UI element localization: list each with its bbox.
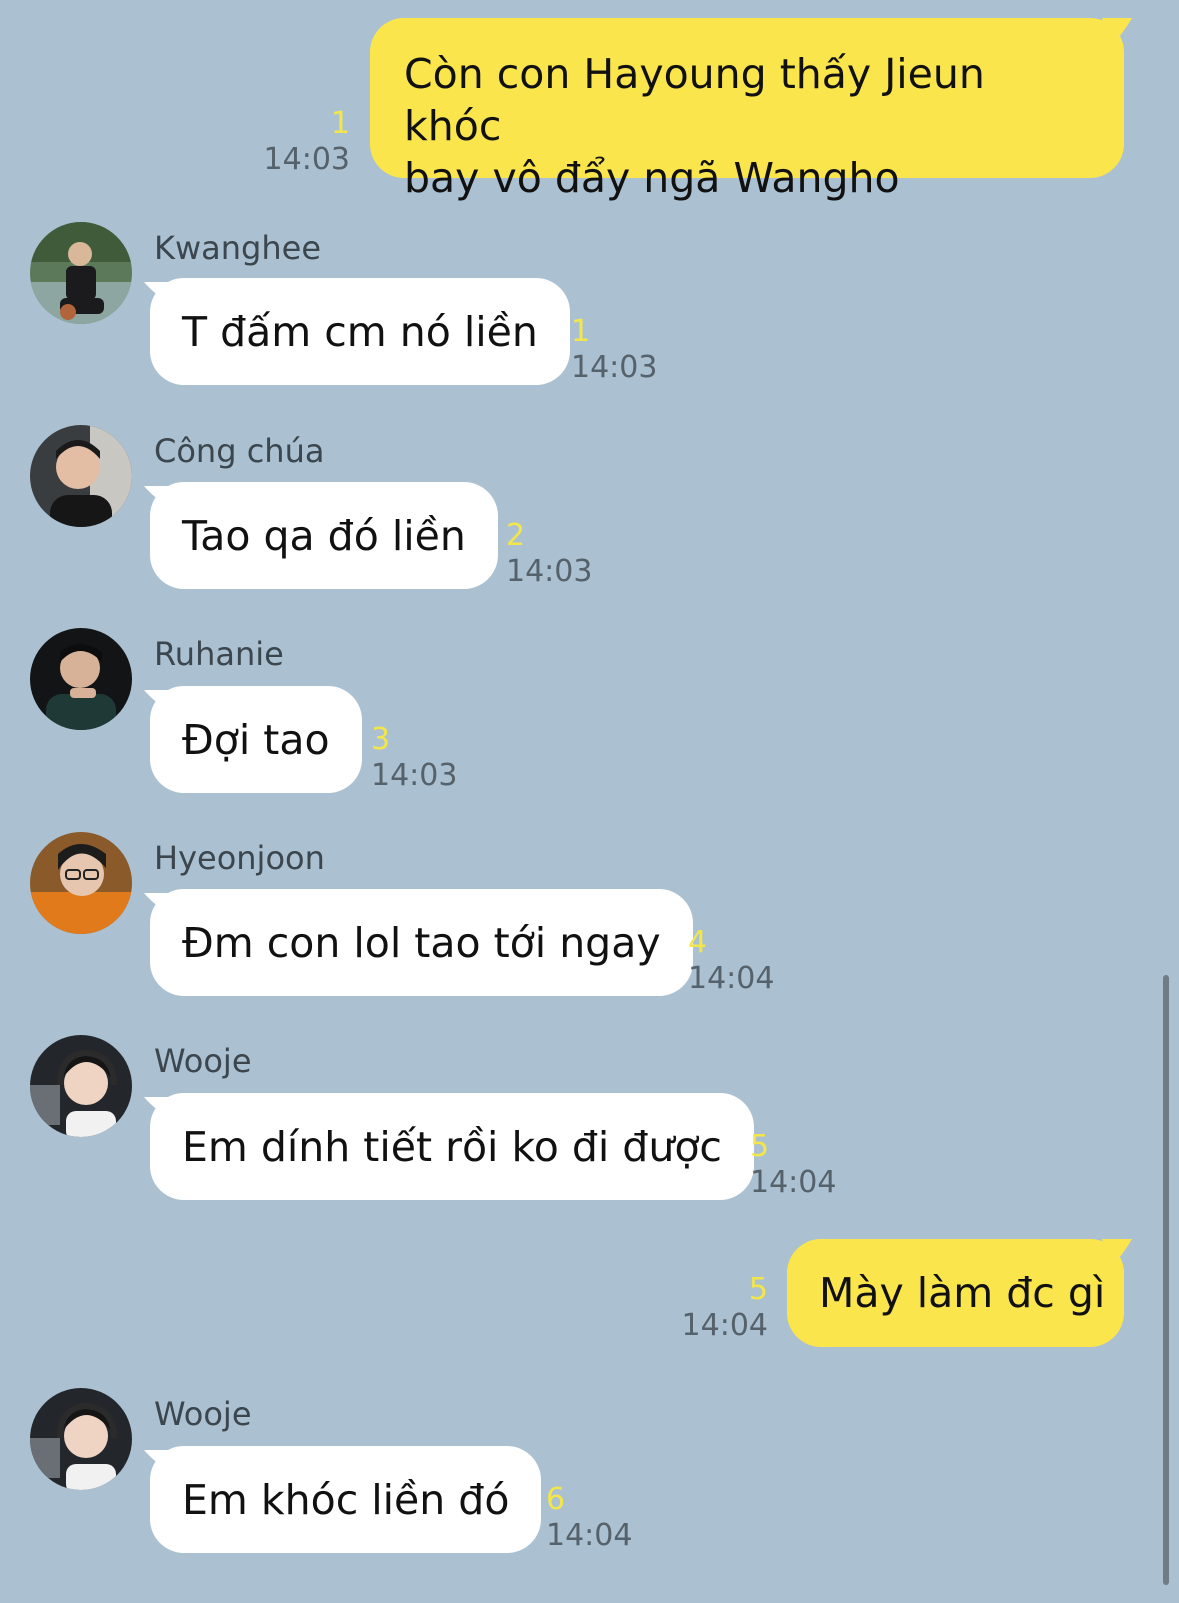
sender-name: Wooje: [154, 1395, 252, 1433]
message-meta: 6 14:04: [546, 1482, 632, 1554]
avatar[interactable]: [30, 425, 132, 527]
avatar[interactable]: [30, 222, 132, 324]
bubble-tail-icon: [1102, 1239, 1132, 1269]
bubble-tail-icon: [1102, 18, 1132, 48]
message-meta: 1 14:03: [571, 314, 657, 386]
incoming-message-bubble[interactable]: T đấm cm nó liền: [150, 278, 570, 385]
profile-photo-icon: [30, 425, 132, 527]
avatar[interactable]: [30, 628, 132, 730]
unread-count: 2: [506, 518, 526, 553]
unread-count: 5: [750, 1129, 770, 1164]
unread-count: 6: [546, 1482, 566, 1517]
avatar[interactable]: [30, 1388, 132, 1490]
unread-count: 1: [330, 106, 350, 141]
message-meta: 5 14:04: [750, 1129, 836, 1201]
timestamp: 14:04: [546, 1518, 633, 1553]
incoming-message-bubble[interactable]: Em dính tiết rồi ko đi được: [150, 1093, 754, 1200]
message-meta: 4 14:04: [688, 925, 774, 997]
unread-count: 4: [688, 925, 708, 960]
sender-name: Hyeonjoon: [154, 839, 325, 877]
incoming-message-bubble[interactable]: Đm con lol tao tới ngay: [150, 889, 693, 996]
sender-name: Kwanghee: [154, 229, 322, 267]
scrollbar[interactable]: [1163, 975, 1169, 1585]
incoming-message-bubble[interactable]: Tao qa đó liền: [150, 482, 498, 589]
profile-photo-icon: [30, 222, 132, 324]
message-meta: 1 14:03: [250, 106, 350, 178]
sender-name: Công chúa: [154, 432, 325, 470]
message-meta: 3 14:03: [371, 722, 457, 794]
unread-count: 5: [748, 1272, 768, 1307]
profile-photo-icon: [30, 1035, 132, 1137]
timestamp: 14:04: [750, 1165, 837, 1200]
unread-count: 3: [371, 722, 391, 757]
timestamp: 14:04: [681, 1308, 768, 1343]
chat-message-list[interactable]: Còn con Hayoung thấy Jieun khóc bay vô đ…: [0, 0, 1179, 1603]
avatar[interactable]: [30, 832, 132, 934]
message-meta: 5 14:04: [668, 1272, 768, 1344]
timestamp: 14:03: [263, 142, 350, 177]
incoming-message-bubble[interactable]: Đợi tao: [150, 686, 362, 793]
outgoing-message-bubble[interactable]: Mày làm đc gì: [787, 1239, 1124, 1347]
timestamp: 14:03: [371, 758, 458, 793]
incoming-message-bubble[interactable]: Em khóc liền đó: [150, 1446, 542, 1553]
sender-name: Ruhanie: [154, 635, 284, 673]
timestamp: 14:04: [688, 961, 775, 996]
profile-photo-icon: [30, 1388, 132, 1490]
timestamp: 14:03: [506, 554, 593, 589]
sender-name: Wooje: [154, 1042, 252, 1080]
avatar[interactable]: [30, 1035, 132, 1137]
profile-photo-icon: [30, 628, 132, 730]
message-meta: 2 14:03: [506, 518, 592, 590]
timestamp: 14:03: [571, 350, 658, 385]
outgoing-message-bubble[interactable]: Còn con Hayoung thấy Jieun khóc bay vô đ…: [370, 18, 1124, 202]
unread-count: 1: [571, 314, 591, 349]
profile-photo-icon: [30, 832, 132, 934]
